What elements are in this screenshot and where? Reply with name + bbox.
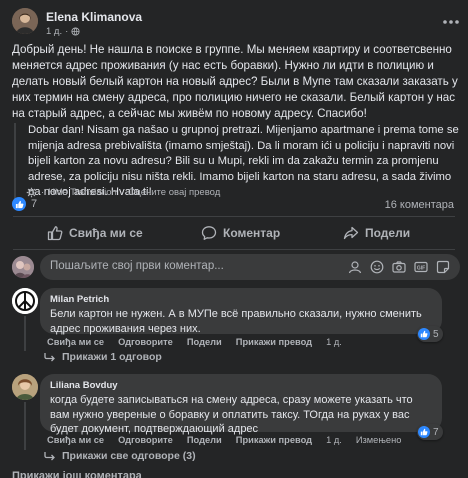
comment-actions: Свиђа ми се Одговорите Подели Прикажи пр… xyxy=(47,435,401,445)
show-translation-link[interactable]: Прикажи превод xyxy=(236,435,312,445)
divider xyxy=(13,249,455,250)
comment-bubble: Milan Petrich Бели картон не нужен. А в … xyxy=(40,288,442,335)
comment-reply-button[interactable]: Одговорите xyxy=(118,435,173,445)
comment-avatar[interactable] xyxy=(12,374,38,400)
divider xyxy=(13,216,455,217)
comment-icon xyxy=(201,226,217,240)
emoji-icon[interactable] xyxy=(370,260,384,274)
comment-author[interactable]: Milan Petrich xyxy=(50,294,432,305)
reaction-summary[interactable]: 7 xyxy=(12,197,37,211)
comment-button[interactable]: Коментар xyxy=(201,222,280,244)
like-reaction-icon xyxy=(418,426,430,438)
like-button[interactable]: Свиђа ми се xyxy=(47,222,143,244)
reaction-count: 7 xyxy=(31,198,38,210)
post-author-name[interactable]: Elena Klimanova xyxy=(46,10,142,24)
comment-share-button[interactable]: Подели xyxy=(187,435,222,445)
comment-text: Бели картон не нужен. А в МУПе всё прави… xyxy=(50,308,422,335)
comment-reaction-count: 5 xyxy=(433,328,439,340)
post-options-icon[interactable] xyxy=(442,12,460,24)
author-photo-icon xyxy=(12,8,38,34)
comment-author[interactable]: Liliana Bovduy xyxy=(50,380,432,391)
current-user-avatar[interactable] xyxy=(12,256,34,278)
comment-like-button[interactable]: Свиђа ми се xyxy=(47,435,104,445)
view-replies-label: Прикажи све одговоре (3) xyxy=(62,450,196,462)
user-photo-icon xyxy=(12,256,34,278)
peace-symbol-icon xyxy=(12,288,38,314)
post-author-avatar[interactable] xyxy=(12,8,38,34)
share-icon xyxy=(343,226,359,240)
comment-actions: Свиђа ми се Одговорите Подели Прикажи пр… xyxy=(47,337,342,347)
thread-line xyxy=(24,316,26,351)
comment-button-label: Коментар xyxy=(223,226,281,240)
comment-bubble: Liliana Bovduy когда будете записываться… xyxy=(40,374,442,435)
comment-input-tools: GIF xyxy=(348,260,450,274)
rate-translation-link[interactable]: Оцените овај превод xyxy=(128,187,220,198)
comment-input[interactable]: Пошаљите свој први коментар... GIF xyxy=(40,254,460,280)
avatar-sticker-icon[interactable] xyxy=(348,260,362,274)
comment-time[interactable]: 1 д. xyxy=(326,435,342,445)
comment-time[interactable]: 1 д. xyxy=(326,337,342,347)
post-meta: 1 д. · xyxy=(46,26,80,37)
comment-reaction-count: 7 xyxy=(433,426,439,438)
like-button-label: Свиђа ми се xyxy=(69,226,143,240)
comment-reaction-badge[interactable]: 7 xyxy=(417,424,443,440)
more-comments-link[interactable]: Прикажи још коментара xyxy=(12,470,142,478)
comment-count[interactable]: 16 коментара xyxy=(385,199,454,211)
camera-icon[interactable] xyxy=(392,260,406,274)
share-button-label: Подели xyxy=(365,226,411,240)
user-photo-icon xyxy=(12,374,38,400)
view-replies-button[interactable]: Прикажи 1 одговор xyxy=(44,351,162,363)
reply-arrow-icon xyxy=(44,353,55,362)
svg-text:GIF: GIF xyxy=(417,265,425,271)
gif-icon[interactable]: GIF xyxy=(414,260,428,274)
comment-input-placeholder: Пошаљите свој први коментар... xyxy=(50,260,224,272)
comment-like-button[interactable]: Свиђа ми се xyxy=(47,337,104,347)
comment-reply-button[interactable]: Одговорите xyxy=(118,337,173,347)
edited-label: Измењено xyxy=(355,435,402,445)
like-reaction-icon xyxy=(418,328,430,340)
comment-reaction-badge[interactable]: 5 xyxy=(417,326,443,342)
translation-controls: · Hide Translation · Оцените овај превод xyxy=(26,187,220,198)
view-replies-button[interactable]: Прикажи све одговоре (3) xyxy=(44,450,196,462)
view-replies-label: Прикажи 1 одговор xyxy=(62,351,162,363)
post-time[interactable]: 1 д. xyxy=(46,26,62,37)
post-body: Добрый день! Не нашла в поиске в группе.… xyxy=(12,43,458,120)
hide-translation-link[interactable]: Hide Translation xyxy=(48,187,117,198)
show-translation-link[interactable]: Прикажи превод xyxy=(236,337,312,347)
comment-text: когда будете записываться на смену адрес… xyxy=(50,394,413,435)
comment-avatar[interactable] xyxy=(12,288,38,314)
thread-line xyxy=(24,402,26,450)
like-reaction-icon xyxy=(12,197,26,211)
comment-share-button[interactable]: Подели xyxy=(187,337,222,347)
globe-icon xyxy=(71,27,80,36)
reply-arrow-icon xyxy=(44,452,55,461)
thumbs-up-icon xyxy=(47,226,63,241)
sticker-icon[interactable] xyxy=(436,260,450,274)
share-button[interactable]: Подели xyxy=(343,222,410,244)
